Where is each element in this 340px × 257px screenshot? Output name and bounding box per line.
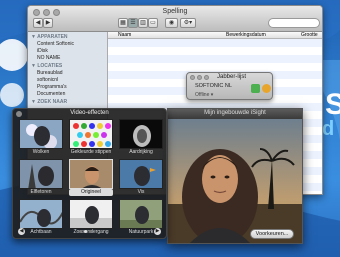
column-header-date[interactable]: Bewerkingsdatum	[226, 32, 266, 39]
back-button[interactable]: ◀	[33, 18, 43, 28]
finder-titlebar[interactable]: Spelling ◀ ▶ ▦ ☰ ▥ ▭ ◉ ⚙▾	[28, 6, 322, 32]
fish-icon[interactable]	[119, 159, 163, 189]
action-gear-icon[interactable]: ⚙▾	[180, 18, 196, 28]
effect-cell[interactable]: Elfletoren	[19, 159, 63, 197]
effect-label: Gekleurde stippen	[70, 149, 112, 155]
previous-page-icon[interactable]: ◀	[18, 228, 25, 235]
nature-park-icon[interactable]	[119, 199, 163, 229]
effect-label: Wolken	[32, 149, 50, 155]
video-chat-icon[interactable]	[251, 84, 260, 93]
column-header-size[interactable]: Grootte	[301, 32, 318, 39]
effect-cell[interactable]: Origineel	[69, 159, 113, 197]
sidebar-item-content-softonic[interactable]: Content Softonic	[28, 40, 107, 47]
eiffel-tower-icon[interactable]	[19, 159, 63, 189]
minimize-button[interactable]	[197, 75, 202, 80]
jabber-account-name: SOFTONIC NL	[195, 83, 232, 89]
colored-dots-icon[interactable]	[69, 119, 113, 149]
jabber-title: Jabber-lijst	[217, 74, 247, 80]
sidebar-section-header: ▼ APPARATEN	[31, 34, 68, 40]
page-indicator	[79, 230, 92, 233]
brand-letter-d: d	[322, 118, 335, 140]
next-page-icon[interactable]: ▶	[154, 228, 161, 235]
rollercoaster-icon[interactable]	[19, 199, 63, 229]
effect-cell[interactable]: Aardrijking	[119, 119, 163, 157]
effect-cell[interactable]: Achtbaan	[19, 199, 63, 237]
isight-window[interactable]: Mijn ingebouwde iSight Voorkeuren...	[167, 108, 303, 244]
sidebar-item-programmas[interactable]: Programma's	[28, 83, 107, 90]
brand-letter-s: S	[325, 88, 340, 121]
sidebar-item-no-name[interactable]: NO NAME	[28, 54, 107, 61]
column-headers: Naam Bewerkingsdatum Grootte	[108, 32, 322, 39]
quicklook-eye-icon[interactable]: ◉	[165, 18, 178, 28]
jabber-window[interactable]: Jabber-lijst SOFTONIC NL Offline ▾	[186, 72, 273, 100]
effect-label: Achtbaan	[30, 229, 52, 235]
video-preview	[168, 119, 302, 243]
sunset-icon[interactable]	[69, 199, 113, 229]
column-header-name[interactable]: Naam	[118, 32, 131, 39]
jabber-status-menu[interactable]: Offline ▾	[195, 92, 213, 98]
icon-view-button[interactable]: ▦	[118, 18, 128, 28]
effects-title: Video-effecten	[70, 110, 109, 116]
window-controls	[190, 75, 209, 80]
effect-cell[interactable]: Gekleurde stippen	[69, 119, 113, 157]
effect-label: Vis	[137, 189, 145, 195]
effect-cell[interactable]: Vis	[119, 159, 163, 197]
isight-titlebar[interactable]: Mijn ingebouwde iSight	[168, 109, 302, 119]
isight-title: Mijn ingebouwde iSight	[204, 110, 266, 116]
original-icon[interactable]	[69, 159, 113, 189]
video-effects-panel[interactable]: Video-effecten Wolken Gekleurde stippen …	[12, 108, 167, 239]
sidebar-item-idisk[interactable]: iDisk	[28, 47, 107, 54]
zoom-button[interactable]	[204, 75, 209, 80]
preferences-button[interactable]: Voorkeuren...	[250, 229, 294, 239]
close-button[interactable]	[190, 75, 195, 80]
column-view-button[interactable]: ▥	[138, 18, 148, 28]
effect-label: Origineel	[69, 189, 113, 196]
sidebar-item-home[interactable]: softonicnl	[28, 76, 107, 83]
effect-cell[interactable]: Wolken	[19, 119, 63, 157]
sidebar-item-bureaublad[interactable]: Bureaublad	[28, 69, 107, 76]
coverflow-view-button[interactable]: ▭	[148, 18, 158, 28]
sidebar-section-header: ▼ LOCATIES	[31, 63, 63, 69]
effect-label: Aardrijking	[129, 149, 153, 155]
search-input[interactable]	[268, 18, 320, 28]
forward-button[interactable]: ▶	[43, 18, 53, 28]
clouds-icon[interactable]	[19, 119, 63, 149]
buddy-picture-icon[interactable]	[262, 84, 271, 93]
sidebar-section-header: ▼ ZOEK NAAR	[31, 99, 68, 105]
finder-title: Spelling	[162, 8, 188, 15]
list-view-button[interactable]: ☰	[128, 18, 138, 28]
sidebar-item-documenten[interactable]: Documenten	[28, 90, 107, 97]
effect-label: Elfletoren	[30, 189, 52, 195]
earth-glow-icon[interactable]	[119, 119, 163, 149]
